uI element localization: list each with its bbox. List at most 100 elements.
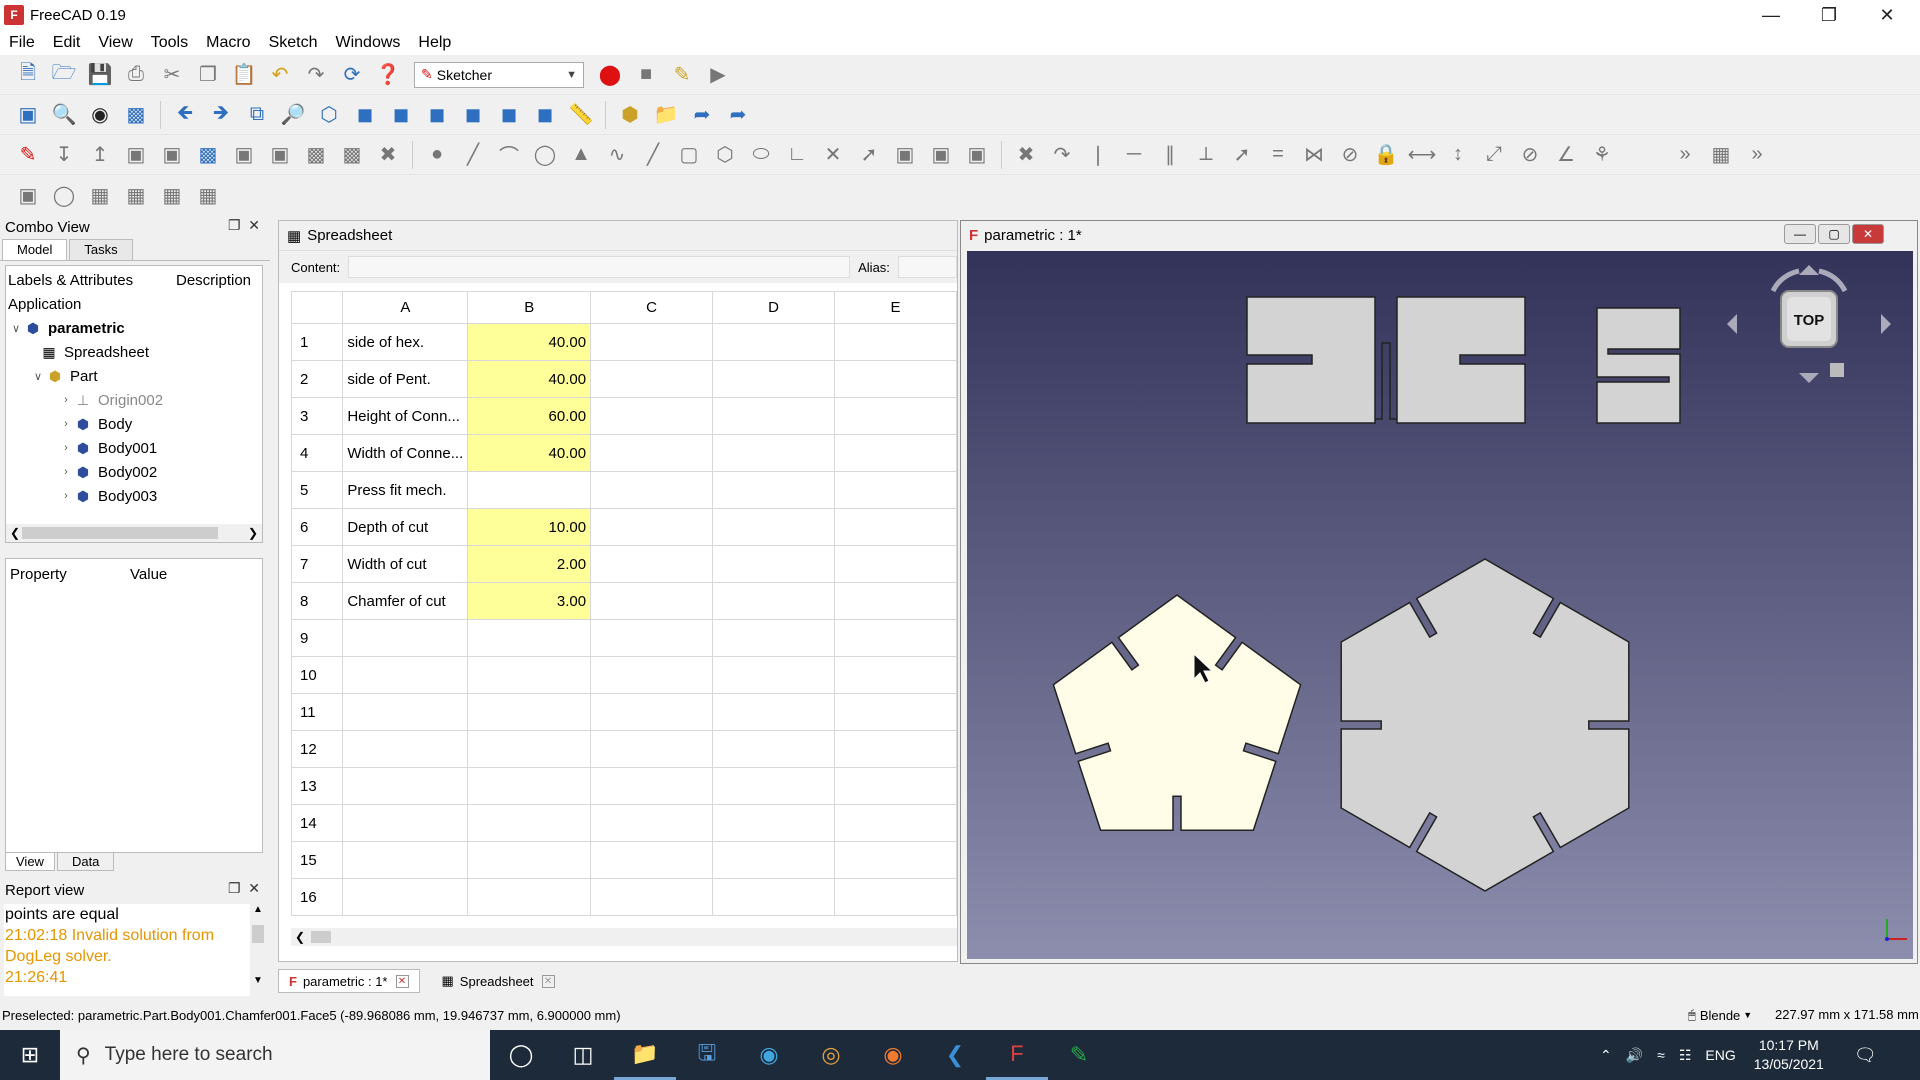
sketcher-virtual-space-icon[interactable]: ▦ [1706,140,1736,170]
fit-all-icon[interactable]: ▣ [13,100,43,130]
row-header[interactable]: 7 [290,545,344,583]
sketch-symmetry-icon[interactable]: ▦ [193,180,223,210]
row-header[interactable]: 5 [290,471,344,509]
cell-d[interactable] [712,804,835,842]
show-hide-internal-geometry-icon[interactable]: ▣ [13,180,43,210]
navcube-down-arrow-icon[interactable] [1799,373,1819,383]
cell-c[interactable] [590,434,714,472]
constrain-horizontal-icon[interactable]: ─ [1119,140,1149,170]
cell-c[interactable] [590,841,714,879]
clock[interactable]: 10:17 PM 13/05/2021 [1754,1036,1824,1074]
tree-item-body002[interactable]: › ⬢ Body002 [58,460,157,484]
row-header[interactable]: 6 [290,508,344,546]
doc-tab-spreadsheet[interactable]: ▦ Spreadsheet ✕ [432,969,565,993]
cell-e[interactable] [834,471,957,509]
scroll-up-icon[interactable]: ▲ [250,904,266,915]
windows-start-icon[interactable]: ⊞ [0,1030,60,1080]
3d-scene[interactable]: TOP [967,251,1913,959]
mirror-sketch-icon[interactable]: ▣ [265,140,295,170]
cell-c[interactable] [590,693,714,731]
cortana-icon[interactable]: ◯ [490,1030,552,1080]
right-view-icon[interactable]: ◼ [422,100,452,130]
cell-e[interactable] [834,619,957,657]
close-button[interactable]: ✕ [1858,0,1916,30]
constrain-coincident-icon[interactable]: ✖ [1011,140,1041,170]
open-file-icon[interactable]: 🗁 [49,60,79,90]
cell-e[interactable] [834,508,957,546]
cell-b[interactable] [467,841,592,879]
expand-icon[interactable]: › [58,394,74,406]
scroll-down-icon[interactable]: ▼ [250,975,266,986]
row-header[interactable]: 3 [290,397,344,435]
new-file-icon[interactable]: 🗎 [13,60,43,90]
cell-b[interactable] [467,619,592,657]
row-header[interactable]: 11 [290,693,344,731]
top-view-icon[interactable]: ◼ [386,100,416,130]
grid-snap-icon[interactable]: ▦ [121,180,151,210]
constrain-point-on-object-icon[interactable]: ↷ [1047,140,1077,170]
corner-cell[interactable] [290,291,344,324]
cell-d[interactable] [712,730,835,768]
scrollbar-thumb[interactable] [311,931,331,943]
bounding-box-icon[interactable]: ▩ [121,100,151,130]
cell-b[interactable] [467,656,592,694]
menu-sketch[interactable]: Sketch [260,34,327,52]
map-sketch-icon[interactable]: ▣ [121,140,151,170]
cell-a[interactable]: Height of Conn... [342,397,469,435]
cell-d[interactable] [712,323,835,361]
menu-edit[interactable]: Edit [44,34,90,52]
close-tab-icon[interactable]: ✕ [541,974,555,988]
freecad-taskbar-icon[interactable]: F [986,1030,1048,1080]
scrollbar-thumb[interactable] [252,925,264,943]
edge-icon[interactable]: ◉ [738,1030,800,1080]
cell-b[interactable]: 40.00 [467,323,592,361]
constrain-equal-icon[interactable]: = [1263,140,1293,170]
volume-icon[interactable]: 🔊 [1626,1047,1643,1064]
group-icon[interactable]: 📁 [651,100,681,130]
cell-a[interactable]: Press fit mech. [342,471,469,509]
menu-file[interactable]: File [0,34,44,52]
cell-a[interactable]: side of hex. [342,323,469,361]
cell-c[interactable] [590,730,714,768]
cell-b[interactable] [467,804,592,842]
rear-view-icon[interactable]: ◼ [458,100,488,130]
cell-c[interactable] [590,619,714,657]
cell-d[interactable] [712,619,835,657]
cell-a[interactable] [342,767,469,805]
cell-a[interactable] [342,619,469,657]
cell-d[interactable] [712,434,835,472]
reorient-sketch-icon[interactable]: ▣ [157,140,187,170]
cell-e[interactable] [834,397,957,435]
tree-item-body003[interactable]: › ⬢ Body003 [58,484,157,508]
app-icon[interactable]: 🖫 [676,1030,738,1080]
chrome-icon[interactable]: ◎ [800,1030,862,1080]
cell-d[interactable] [712,841,835,879]
constrain-block-icon[interactable]: ⊘ [1335,140,1365,170]
constrain-tangent-icon[interactable]: ➚ [1227,140,1257,170]
cell-a[interactable] [342,693,469,731]
copy-icon[interactable]: ❐ [193,60,223,90]
conic-icon[interactable]: ▲ [566,140,596,170]
constrain-horizontal-distance-icon[interactable]: ⟷ [1407,140,1437,170]
cell-c[interactable] [590,360,714,398]
navcube-rotate-left-icon[interactable] [1770,268,1800,293]
report-scrollbar[interactable]: ▲ ▼ [250,904,266,996]
polyline-icon[interactable]: ╱ [638,140,668,170]
navcube-right-arrow-icon[interactable] [1881,314,1891,334]
cell-c[interactable] [590,767,714,805]
navcube-up-arrow-icon[interactable] [1799,265,1819,275]
cell-d[interactable] [712,508,835,546]
polygon-icon[interactable]: ⬡ [710,140,740,170]
expand-icon[interactable]: › [58,466,74,478]
navcube-rotate-right-icon[interactable] [1818,268,1848,293]
mdi-minimize-button[interactable]: — [1784,224,1816,244]
cell-b[interactable]: 10.00 [467,508,592,546]
run-macro-icon[interactable]: ▶ [703,60,733,90]
constrain-symmetric-icon[interactable]: ⋈ [1299,140,1329,170]
firefox-icon[interactable]: ◉ [862,1030,924,1080]
cell-a[interactable] [342,656,469,694]
scroll-left-icon[interactable]: ❮ [295,930,305,944]
grid-icon[interactable]: ▦ [85,180,115,210]
cell-e[interactable] [834,841,957,879]
connector-part[interactable] [1246,296,1526,424]
